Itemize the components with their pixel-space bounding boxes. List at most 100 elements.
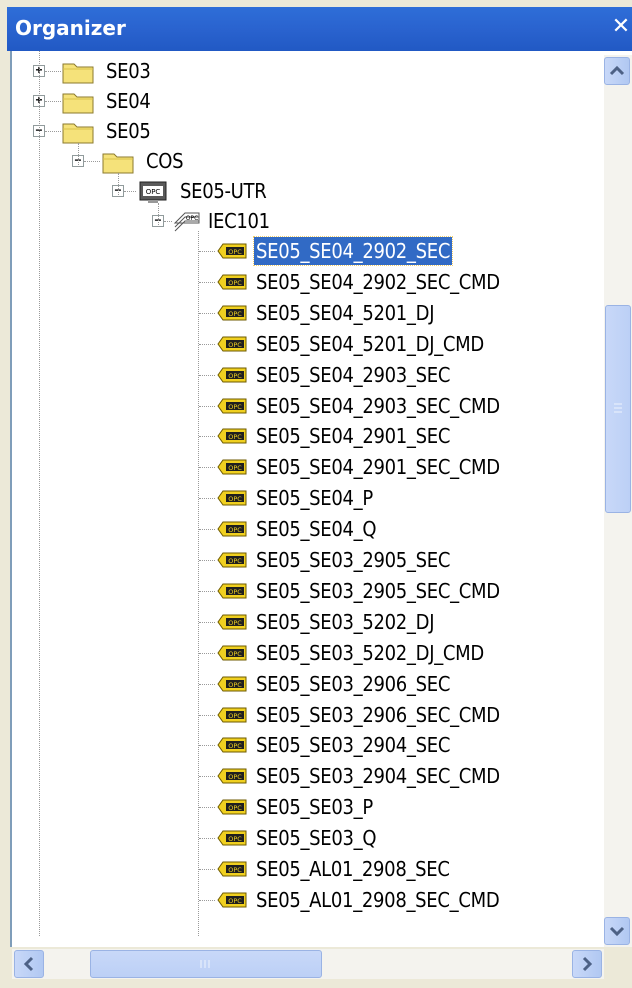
opc-tag-icon: OPC: [217, 305, 247, 321]
tree-item-tag[interactable]: OPC SE05_AL01_2908_SEC_CMD: [12, 886, 612, 916]
tree-item-tag[interactable]: OPC SE05_AL01_2908_SEC: [12, 855, 612, 885]
tree-node-se05[interactable]: − SE05: [12, 117, 612, 147]
tree-item-label: SE05_SE03_2904_SEC_CMD: [256, 764, 500, 789]
svg-text:OPC: OPC: [146, 188, 161, 196]
svg-text:OPC: OPC: [228, 403, 242, 411]
svg-text:OPC: OPC: [228, 897, 242, 905]
tree-connector: [199, 436, 215, 438]
svg-text:OPC: OPC: [228, 495, 242, 503]
grip-icon: [614, 403, 622, 413]
tree-item-label: SE05_SE03_2906_SEC_CMD: [256, 702, 500, 727]
tree-item-label: SE05_SE04_2903_SEC: [256, 362, 451, 387]
tree-item-label: SE05_SE03_5202_DJ_CMD: [256, 640, 484, 665]
scroll-right-button[interactable]: [572, 950, 602, 978]
vertical-scrollbar[interactable]: [604, 55, 632, 947]
svg-text:OPC: OPC: [228, 588, 242, 596]
tree-item-label: SE05_AL01_2908_SEC_CMD: [256, 887, 500, 912]
tree-connector: [199, 652, 215, 654]
opc-tag-icon: OPC: [217, 892, 247, 908]
opc-tag-icon: OPC: [217, 676, 247, 692]
svg-text:OPC: OPC: [228, 526, 242, 534]
opc-tag-icon: OPC: [217, 707, 247, 722]
tree-item-tag[interactable]: OPC SE05_SE03_2906_SEC: [12, 670, 612, 700]
horizontal-scroll-thumb[interactable]: [90, 950, 322, 978]
tree-item-tag[interactable]: OPC SE05_SE04_2901_SEC: [12, 422, 612, 452]
opc-tag-icon: OPC: [217, 799, 247, 815]
arrow-left-icon: [23, 956, 34, 972]
arrow-down-icon: [609, 926, 625, 937]
tree-node-label: SE03: [106, 59, 151, 83]
tree-item-tag[interactable]: OPC SE05_SE03_Q: [12, 824, 612, 854]
tree-item-label: SE05_SE04_2902_SEC: [252, 236, 454, 266]
tree-item-tag[interactable]: OPC SE05_SE04_5201_DJ_CMD: [12, 330, 612, 360]
tree-item-tag[interactable]: OPC SE05_SE04_2903_SEC: [12, 361, 612, 391]
tree-connector: [199, 251, 215, 252]
opc-tag-icon: OPC: [217, 768, 247, 784]
tree-node-cos[interactable]: − COS: [12, 147, 612, 177]
tree-item-label: SE05_SE04_5201_DJ_CMD: [256, 331, 484, 356]
tree-item-tag[interactable]: OPC SE05_SE03_2904_SEC_CMD: [12, 762, 612, 792]
tree-item-tag[interactable]: OPC SE05_SE03_P: [12, 793, 612, 823]
tree-item-label: SE05_SE03_2906_SEC: [256, 671, 451, 696]
opc-tag-icon: OPC: [217, 521, 247, 537]
opc-tag-icon: OPC: [217, 737, 247, 753]
svg-text:OPC: OPC: [228, 835, 242, 843]
tree-item-tag[interactable]: OPC SE05_SE03_2906_SEC_CMD: [12, 701, 612, 731]
opc-tag-icon: OPC: [217, 428, 247, 444]
tree-connector: [199, 374, 215, 376]
tree-item-tag[interactable]: OPC SE05_SE04_P: [12, 484, 612, 514]
horizontal-scrollbar[interactable]: [12, 949, 604, 979]
opc-tag-icon: OPC: [217, 861, 247, 877]
folder-open-icon: [62, 123, 94, 144]
tree-item-tag[interactable]: OPC SE05_SE03_5202_DJ: [12, 608, 612, 638]
tree-item-tag[interactable]: OPC SE05_SE04_2901_SEC_CMD: [12, 453, 612, 483]
svg-text:OPC: OPC: [228, 248, 242, 256]
window-title: Organizer: [15, 16, 126, 40]
opc-tag-icon: OPC: [217, 614, 247, 630]
tree-item-label: SE05_SE04_Q: [256, 517, 377, 542]
svg-text:OPC: OPC: [228, 310, 242, 318]
tree-item-tag[interactable]: OPC SE05_SE04_Q: [12, 515, 612, 545]
scroll-up-button[interactable]: [604, 57, 630, 85]
tree-item-tag[interactable]: OPC SE05_SE04_5201_DJ: [12, 299, 612, 329]
svg-text:OPC: OPC: [228, 866, 242, 874]
tree-item-tag[interactable]: OPC SE05_SE04_2902_SEC: [12, 236, 612, 267]
tree-connector: [199, 683, 215, 685]
opc-tag-icon: OPC: [217, 243, 247, 259]
vertical-scroll-thumb[interactable]: [605, 304, 631, 513]
opc-tag-icon: OPC: [217, 398, 247, 413]
tree-item-tag[interactable]: OPC SE05_SE04_2903_SEC_CMD: [12, 392, 612, 422]
tree-item-tag[interactable]: OPC SE05_SE04_2902_SEC_CMD: [12, 268, 612, 298]
organizer-tree[interactable]: + SE03 + SE04 − SE05 − COS − OPC SE05-UT…: [10, 51, 632, 947]
scroll-down-button[interactable]: [604, 917, 630, 945]
tree-connector: [199, 621, 215, 623]
tree-item-label: SE05_SE04_2903_SEC_CMD: [256, 393, 500, 418]
opc-tag-icon: OPC: [217, 490, 247, 506]
svg-text:OPC: OPC: [228, 279, 242, 287]
tree-node-label: COS: [146, 149, 184, 173]
close-icon[interactable]: ✕: [610, 13, 632, 41]
tree-node-label: SE05-UTR: [180, 179, 267, 203]
tree-node-server[interactable]: − OPC SE05-UTR: [12, 177, 612, 207]
folder-icon: [62, 93, 94, 114]
svg-text:OPC: OPC: [228, 681, 242, 689]
tree-item-tag[interactable]: OPC SE05_SE03_2905_SEC: [12, 546, 612, 576]
tree-item-tag[interactable]: OPC SE05_SE03_2904_SEC: [12, 731, 612, 761]
svg-text:OPC: OPC: [228, 433, 242, 441]
tree-node-se04[interactable]: + SE04: [12, 87, 612, 117]
tree-node-channel[interactable]: − OPC IEC101: [12, 207, 612, 237]
svg-text:OPC: OPC: [228, 804, 242, 812]
tree-connector: [199, 899, 215, 901]
tree-item-label: SE05_SE04_5201_DJ: [256, 300, 435, 325]
svg-text:OPC: OPC: [186, 215, 199, 222]
tree-connector: [199, 745, 215, 747]
tree-node-label: SE05: [106, 119, 151, 143]
tree-connector: [199, 405, 215, 407]
scroll-left-button[interactable]: [14, 950, 44, 978]
tree-node-se03[interactable]: + SE03: [12, 57, 612, 87]
tree-item-tag[interactable]: OPC SE05_SE03_5202_DJ_CMD: [12, 639, 612, 669]
tree-connector: [199, 281, 215, 283]
tree-item-label: SE05_SE04_P: [256, 486, 373, 511]
tree-item-label: SE05_SE03_Q: [256, 826, 377, 851]
tree-item-tag[interactable]: OPC SE05_SE03_2905_SEC_CMD: [12, 577, 612, 607]
